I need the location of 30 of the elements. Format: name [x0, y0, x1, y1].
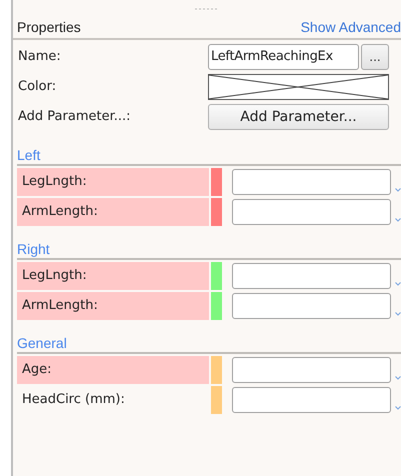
value-field[interactable]: [232, 199, 391, 225]
value-field[interactable]: [232, 169, 391, 195]
parameter-label: LegLngth:: [17, 262, 210, 290]
parameter-label: ArmLength:: [17, 198, 210, 226]
value-field[interactable]: [232, 357, 391, 383]
color-swatch[interactable]: [208, 74, 389, 100]
chevron-down-icon[interactable]: [395, 406, 401, 410]
section-heading: Left: [16, 146, 42, 164]
name-field[interactable]: LeftArmReachingEx: [208, 44, 359, 70]
section-heading: Right: [16, 240, 51, 258]
value-field[interactable]: [232, 387, 391, 413]
panel-title: Properties: [17, 18, 81, 37]
section-heading: General: [16, 334, 68, 352]
chevron-down-icon[interactable]: [395, 218, 401, 222]
chevron-down-icon[interactable]: [395, 188, 401, 192]
value-field[interactable]: [232, 293, 391, 319]
parameter-label: LegLngth:: [17, 168, 210, 196]
add-parameter-button[interactable]: Add Parameter...: [208, 104, 389, 130]
field-label: Name:: [17, 48, 62, 66]
chevron-down-icon[interactable]: [395, 282, 401, 286]
browse-button[interactable]: ...: [361, 44, 389, 70]
parameter-label: HeadCirc (mm):: [21, 391, 126, 410]
show-advanced-link[interactable]: Show Advanced: [300, 16, 401, 38]
field-label: Add Parameter...:: [17, 108, 132, 126]
parameter-label: Age:: [17, 356, 210, 384]
field-label: Color:: [17, 78, 58, 96]
value-field[interactable]: [232, 263, 391, 289]
parameter-label: ArmLength:: [17, 292, 210, 320]
chevron-down-icon[interactable]: [395, 312, 401, 316]
chevron-down-icon[interactable]: [395, 376, 401, 380]
